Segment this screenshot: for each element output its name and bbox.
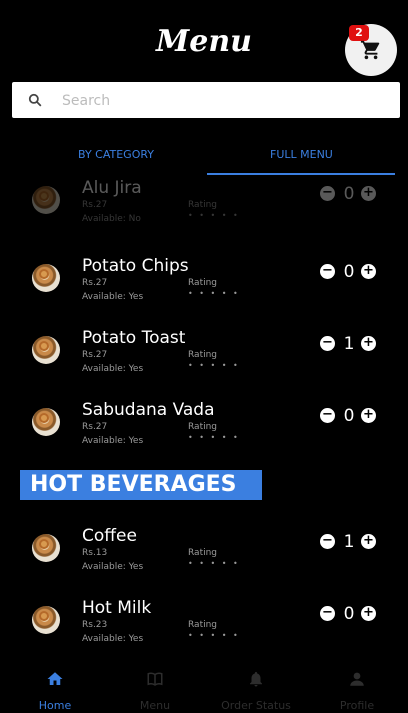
quantity-value: 1	[343, 532, 355, 552]
item-name: Sabudana Vada	[82, 400, 215, 420]
tab-by-category[interactable]: BY CATEGORY	[78, 148, 154, 161]
tab-full-menu[interactable]: FULL MENU	[270, 148, 333, 161]
quantity-stepper: − 0 +	[320, 406, 380, 426]
item-price: Rs.27	[82, 422, 108, 432]
increase-button[interactable]: +	[361, 408, 376, 423]
increase-button[interactable]: +	[361, 186, 376, 201]
item-price: Rs.27	[82, 278, 108, 288]
list-item: Potato Toast Rs.27 Available: Yes Rating…	[0, 324, 408, 388]
nav-menu-label: Menu	[139, 699, 171, 712]
rating-label: Rating	[188, 350, 218, 360]
rating-label: Rating	[188, 422, 218, 432]
nav-profile[interactable]: Profile	[306, 660, 408, 713]
food-thumbnail	[32, 408, 60, 436]
item-availability: Available: Yes	[82, 364, 144, 374]
item-availability: Available: Yes	[82, 562, 144, 572]
list-item: Alu Jira Rs.27 Available: No Rating • • …	[0, 180, 408, 238]
search-bar	[12, 82, 400, 118]
person-icon	[350, 672, 364, 686]
list-item: Hot Milk Rs.23 Available: Yes Rating • •…	[0, 594, 408, 650]
increase-button[interactable]: +	[361, 264, 376, 279]
quantity-stepper: − 1 +	[320, 532, 380, 552]
decrease-button[interactable]: −	[320, 186, 335, 201]
quantity-stepper: − 1 +	[320, 334, 380, 354]
item-price: Rs.23	[82, 620, 108, 630]
list-item: Potato Chips Rs.27 Available: Yes Rating…	[0, 252, 408, 316]
quantity-value: 1	[343, 334, 355, 354]
book-icon	[147, 672, 163, 686]
item-name: Hot Milk	[82, 598, 152, 618]
food-thumbnail	[32, 264, 60, 292]
item-price: Rs.13	[82, 548, 108, 558]
decrease-button[interactable]: −	[320, 264, 335, 279]
quantity-stepper: − 0 +	[320, 604, 380, 624]
rating-stars: • • • • •	[188, 289, 240, 298]
cart-icon	[360, 40, 380, 60]
rating-stars: • • • • •	[188, 433, 240, 442]
rating-label: Rating	[188, 200, 218, 210]
decrease-button[interactable]: −	[320, 336, 335, 351]
nav-order-status[interactable]: Order Status	[205, 660, 307, 713]
search-input[interactable]	[60, 88, 384, 114]
app-header: Menu 2	[0, 0, 408, 80]
food-thumbnail	[32, 534, 60, 562]
cart-button[interactable]: 2	[345, 24, 397, 76]
rating-label: Rating	[188, 620, 218, 630]
increase-button[interactable]: +	[361, 606, 376, 621]
food-thumbnail	[32, 186, 60, 214]
quantity-value: 0	[343, 184, 355, 204]
decrease-button[interactable]: −	[320, 408, 335, 423]
bottom-navigation: Home Menu Order Status Profile	[0, 660, 408, 713]
rating-stars: • • • • •	[188, 631, 240, 640]
home-icon	[47, 672, 63, 685]
quantity-stepper: − 0 +	[320, 184, 380, 204]
quantity-stepper: − 0 +	[320, 262, 380, 282]
decrease-button[interactable]: −	[320, 534, 335, 549]
item-name: Coffee	[82, 526, 137, 546]
food-thumbnail	[32, 606, 60, 634]
increase-button[interactable]: +	[361, 336, 376, 351]
increase-button[interactable]: +	[361, 534, 376, 549]
item-name: Potato Chips	[82, 256, 189, 276]
item-availability: Available: Yes	[82, 436, 144, 446]
nav-home[interactable]: Home	[4, 660, 106, 713]
nav-menu[interactable]: Menu	[104, 660, 206, 713]
item-availability: Available: Yes	[82, 634, 144, 644]
rating-label: Rating	[188, 278, 218, 288]
decrease-button[interactable]: −	[320, 606, 335, 621]
quantity-value: 0	[343, 406, 355, 426]
item-availability: Available: No	[82, 214, 141, 224]
nav-profile-label: Profile	[339, 699, 375, 712]
nav-order-status-label: Order Status	[221, 699, 291, 712]
item-name: Potato Toast	[82, 328, 186, 348]
menu-tabs: BY CATEGORY FULL MENU	[12, 140, 396, 176]
bell-icon	[250, 671, 262, 687]
list-item: Coffee Rs.13 Available: Yes Rating • • •…	[0, 522, 408, 586]
rating-stars: • • • • •	[188, 361, 240, 370]
menu-list[interactable]: Alu Jira Rs.27 Available: No Rating • • …	[0, 180, 408, 650]
rating-stars: • • • • •	[188, 211, 240, 220]
quantity-value: 0	[343, 604, 355, 624]
rating-stars: • • • • •	[188, 559, 240, 568]
item-availability: Available: Yes	[82, 292, 144, 302]
quantity-value: 0	[343, 262, 355, 282]
nav-home-label: Home	[38, 699, 72, 712]
item-name: Alu Jira	[82, 180, 142, 198]
section-header: HOT BEVERAGES	[20, 470, 262, 500]
active-tab-indicator	[207, 173, 395, 175]
item-price: Rs.27	[82, 200, 108, 210]
search-icon	[28, 93, 42, 107]
rating-label: Rating	[188, 548, 218, 558]
item-price: Rs.27	[82, 350, 108, 360]
food-thumbnail	[32, 336, 60, 364]
list-item: Sabudana Vada Rs.27 Available: Yes Ratin…	[0, 396, 408, 460]
